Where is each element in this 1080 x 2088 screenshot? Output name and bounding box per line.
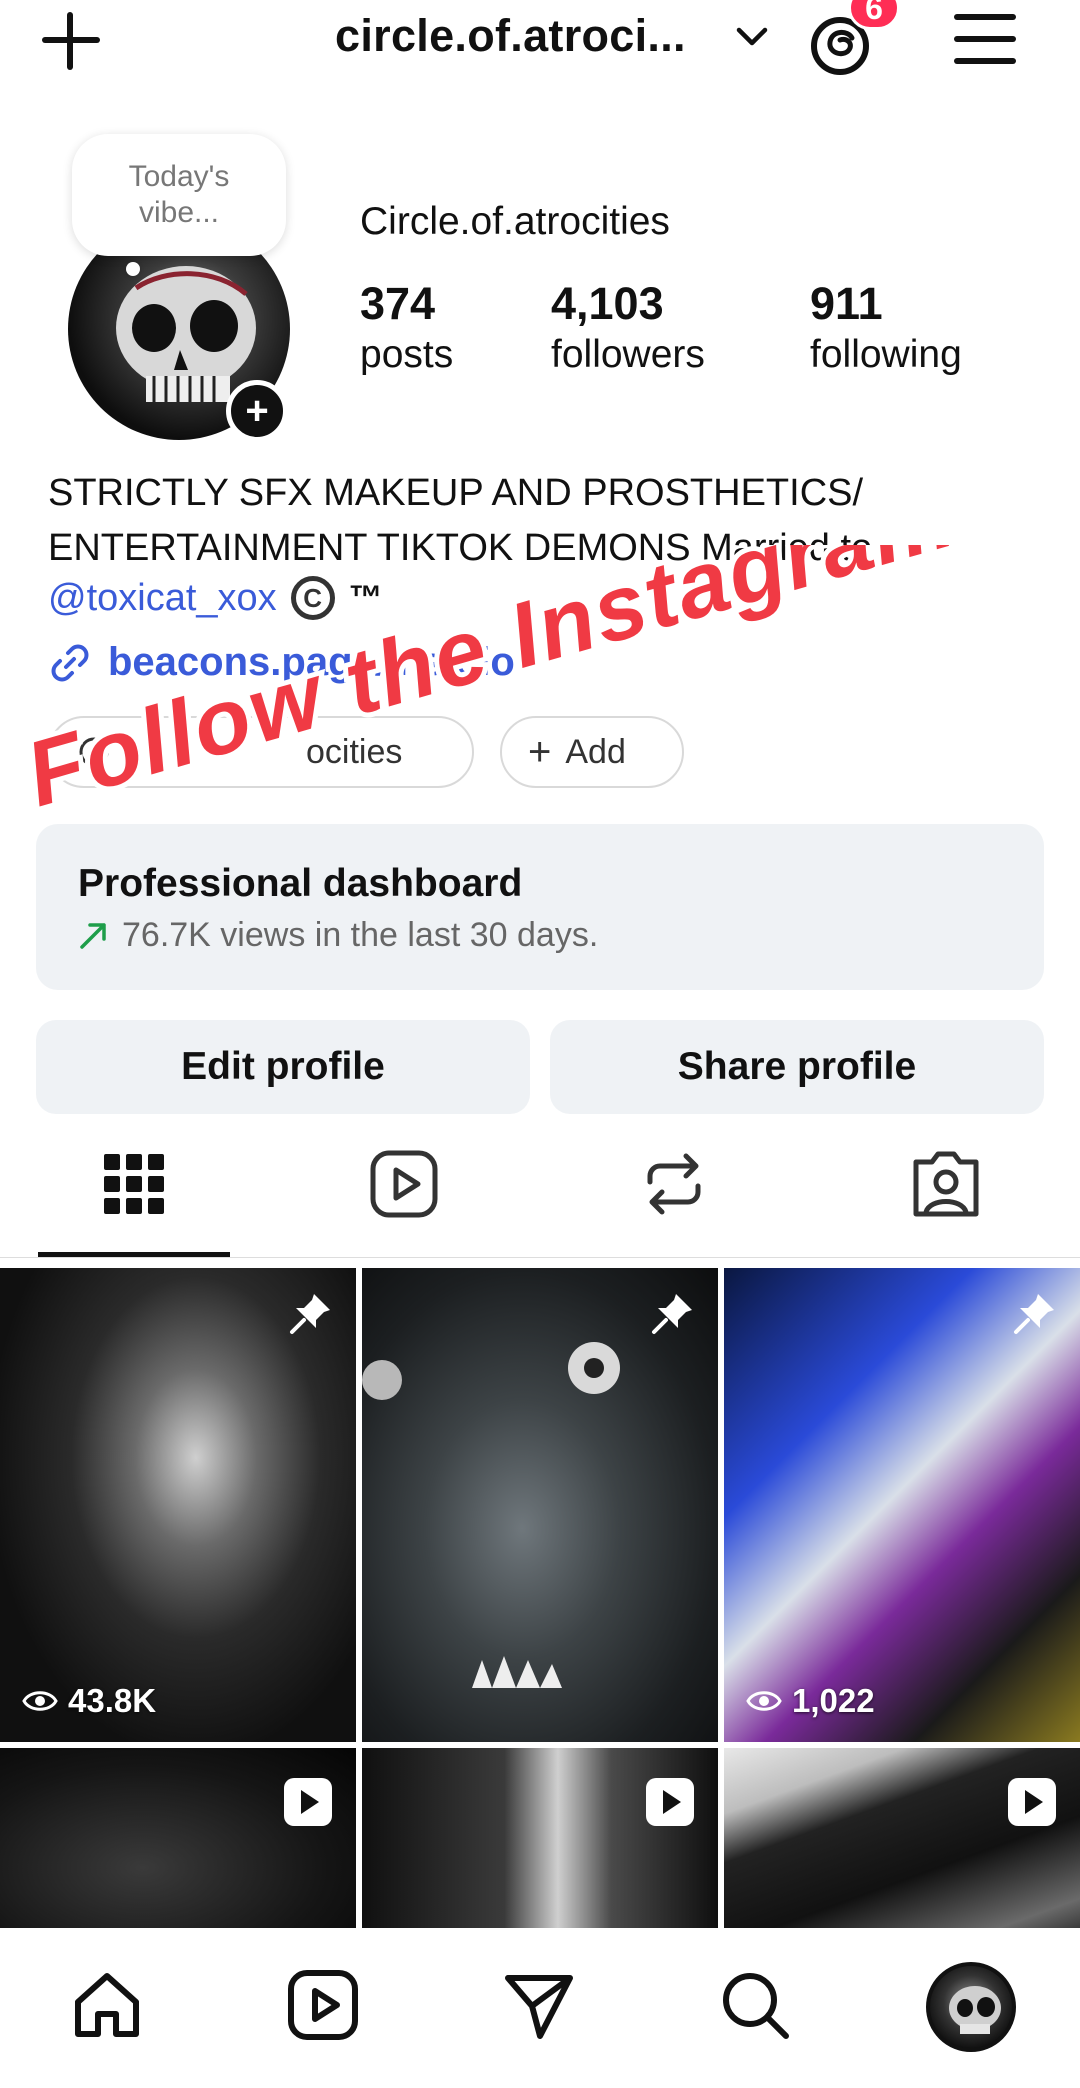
- posts-grid: 43.8K 1,022: [0, 1268, 1080, 1928]
- profile-bio: STRICTLY SFX MAKEUP AND PROSTHETICS/ ENT…: [48, 466, 1038, 576]
- eye-icon: [22, 1691, 58, 1711]
- stat-label: posts: [360, 333, 454, 376]
- bottom-navigation: [0, 1928, 1080, 2088]
- professional-dashboard[interactable]: Professional dashboard 76.7K views in th…: [36, 824, 1044, 990]
- add-story-button[interactable]: +: [226, 380, 288, 442]
- profile-display-name: Circle.of.atrocities: [360, 200, 670, 243]
- tagged-icon[interactable]: [910, 1148, 982, 1220]
- post-tile[interactable]: [362, 1268, 718, 1742]
- threads-small-icon: [79, 737, 109, 767]
- bio-mention-row: @toxicat_xox C ™: [48, 576, 383, 620]
- dashboard-subtitle-row: 76.7K views in the last 30 days.: [78, 916, 1002, 955]
- reels-nav-icon[interactable]: [286, 1968, 360, 2042]
- profile-nav-avatar[interactable]: [926, 1962, 1016, 2052]
- share-profile-button[interactable]: Share profile: [550, 1020, 1044, 1114]
- post-image: [362, 1342, 620, 1688]
- view-count: 43.8K: [22, 1682, 156, 1720]
- note-bubble[interactable]: Today's vibe...: [72, 134, 286, 256]
- pin-icon: [290, 1294, 330, 1334]
- view-count-text: 1,022: [792, 1682, 875, 1719]
- add-pill-label: Add: [565, 732, 626, 771]
- reel-icon: [646, 1778, 694, 1826]
- dashboard-title: Professional dashboard: [78, 862, 523, 905]
- pin-icon: [1014, 1294, 1054, 1334]
- post-tile[interactable]: 1,022: [724, 1268, 1080, 1742]
- copyright-icon: C: [290, 576, 335, 620]
- post-tile[interactable]: 43.8K: [0, 1268, 356, 1742]
- bio-line: ENTERTAINMENT TIKTOK DEMONS Married to: [48, 527, 873, 569]
- search-icon[interactable]: [718, 1968, 792, 2042]
- reposts-icon[interactable]: [638, 1148, 710, 1220]
- add-plus-icon: +: [528, 730, 552, 774]
- create-plus-icon[interactable]: [38, 8, 104, 74]
- eye-icon: [746, 1691, 782, 1711]
- view-count-text: 43.8K: [68, 1682, 157, 1719]
- stat-label: following: [810, 333, 962, 376]
- pin-icon: [652, 1294, 692, 1334]
- post-tile[interactable]: [0, 1748, 356, 1928]
- trend-up-arrow-icon: [80, 922, 106, 949]
- chevron-down-icon[interactable]: [733, 22, 771, 52]
- stat-posts[interactable]: 374 posts: [360, 278, 453, 380]
- messages-send-icon[interactable]: [502, 1968, 576, 2042]
- link-icon: [51, 644, 89, 681]
- reels-icon[interactable]: [368, 1148, 440, 1220]
- link-text: beacons.page/insidio: [108, 640, 515, 684]
- grid-icon[interactable]: [98, 1148, 170, 1220]
- note-bubble-tail: [126, 262, 140, 276]
- notification-badge: 6: [848, 0, 900, 30]
- reel-icon: [284, 1778, 332, 1826]
- view-count: 1,022: [746, 1682, 875, 1720]
- add-link-pill[interactable]: + Add: [500, 716, 684, 788]
- stat-value: 374: [360, 278, 436, 329]
- stat-value: 4,103: [551, 278, 664, 329]
- stat-following[interactable]: 911 following: [810, 278, 962, 380]
- home-icon[interactable]: [70, 1968, 144, 2042]
- stat-followers[interactable]: 4,103 followers: [551, 278, 705, 380]
- post-tile[interactable]: [362, 1748, 718, 1928]
- bio-line: STRICTLY SFX MAKEUP AND PROSTHETICS/: [48, 472, 864, 514]
- stat-label: followers: [551, 333, 705, 376]
- trademark-text: ™: [348, 578, 383, 617]
- stat-value: 911: [810, 278, 883, 329]
- top-bar: circle.of.atroci... 6: [0, 0, 1080, 100]
- post-tile[interactable]: [724, 1748, 1080, 1928]
- threads-profile-pill[interactable]: ocities: [48, 716, 474, 788]
- skull-avatar-small: [949, 1986, 1001, 2034]
- reel-icon: [1008, 1778, 1056, 1826]
- bio-link[interactable]: beacons.page/insidio: [48, 640, 515, 685]
- dashboard-subtitle: 76.7K views in the last 30 days.: [122, 916, 599, 954]
- mention-link[interactable]: @toxicat_xox: [48, 577, 277, 620]
- header-username[interactable]: circle.of.atroci...: [335, 10, 686, 62]
- tab-divider: [0, 1257, 1080, 1258]
- menu-icon[interactable]: [954, 12, 1016, 66]
- edit-profile-button[interactable]: Edit profile: [36, 1020, 530, 1114]
- threads-pill-label: ocities: [306, 732, 403, 771]
